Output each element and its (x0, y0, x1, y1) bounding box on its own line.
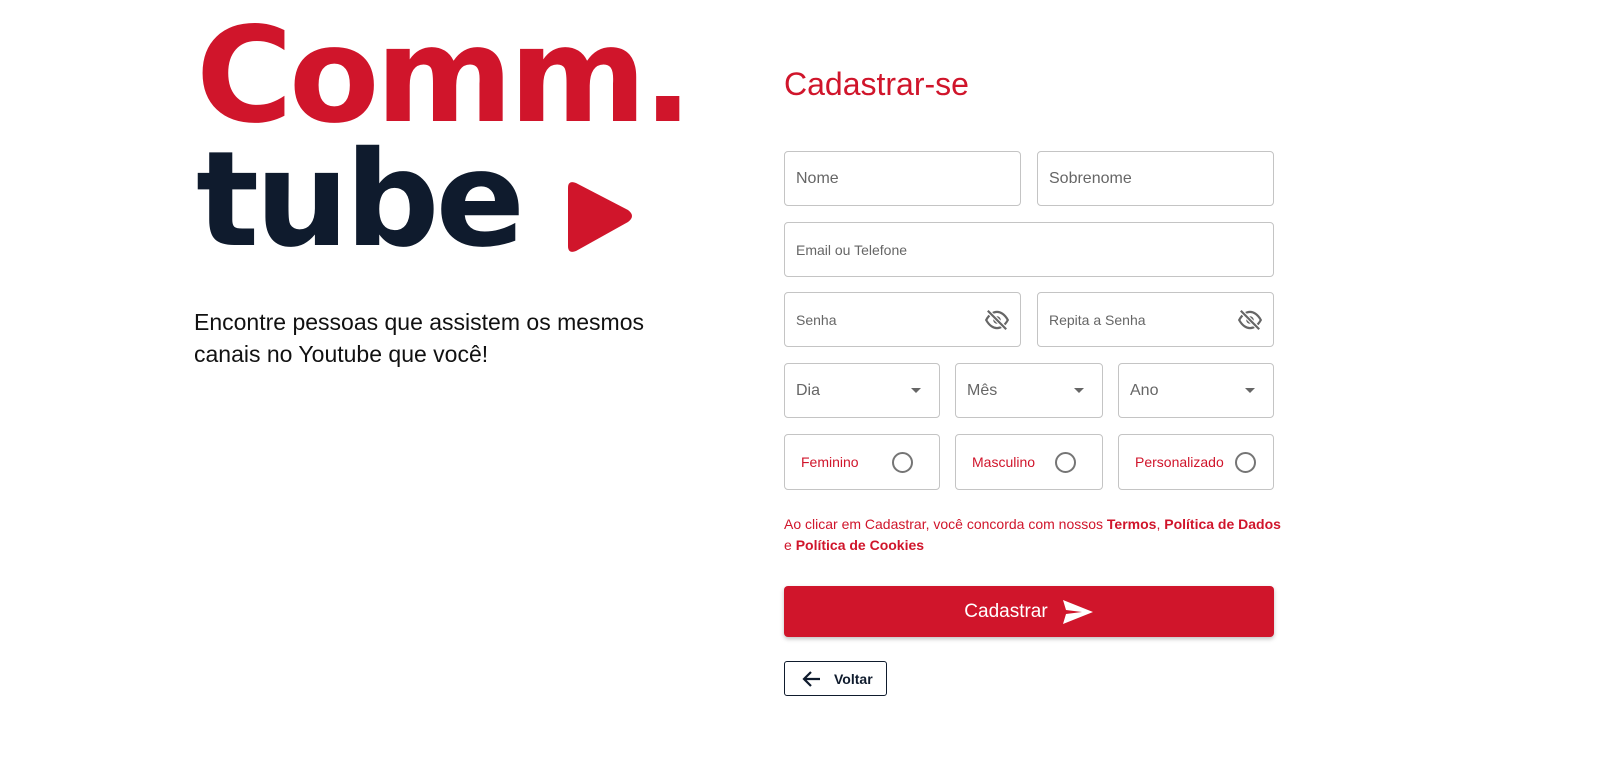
password-repeat-field (1037, 292, 1274, 347)
arrow-left-icon (802, 670, 820, 687)
terms-link[interactable]: Termos (1107, 516, 1157, 532)
logo-text-tube: tube (196, 123, 525, 277)
brand-logo: Comm. tube (196, 10, 716, 270)
birth-day-select[interactable]: Dia (784, 363, 940, 418)
terms-separator: e (784, 537, 796, 553)
data-policy-link[interactable]: Política de Dados (1164, 516, 1281, 532)
birth-day-label: Dia (796, 381, 821, 399)
gender-male-label: Masculino (972, 454, 1036, 470)
eye-off-icon[interactable] (984, 307, 1010, 333)
cookies-policy-link[interactable]: Política de Cookies (796, 537, 924, 553)
back-label: Voltar (834, 670, 873, 687)
eye-off-icon[interactable] (1237, 307, 1263, 333)
submit-label: Cadastrar (964, 600, 1048, 622)
password-field (784, 292, 1021, 347)
chevron-down-icon (1245, 388, 1255, 393)
gender-option-female[interactable]: Feminino (784, 434, 940, 490)
first-name-input[interactable] (785, 152, 1020, 205)
chevron-down-icon (1074, 388, 1084, 393)
password-repeat-input[interactable] (1038, 293, 1237, 346)
contact-input[interactable] (785, 223, 1273, 276)
last-name-input[interactable] (1038, 152, 1273, 205)
terms-notice: Ao clicar em Cadastrar, você concorda co… (784, 514, 1284, 556)
birth-month-select[interactable]: Mês (955, 363, 1103, 418)
password-input[interactable] (785, 293, 984, 346)
chevron-down-icon (911, 388, 921, 393)
birth-year-select[interactable]: Ano (1118, 363, 1274, 418)
first-name-field (784, 151, 1021, 206)
tagline: Encontre pessoas que assistem os mesmos … (194, 309, 644, 367)
send-icon (1062, 599, 1093, 624)
play-icon (568, 182, 632, 252)
gender-female-label: Feminino (801, 454, 859, 470)
gender-option-custom[interactable]: Personalizado (1118, 434, 1274, 490)
radio-custom[interactable] (1235, 451, 1256, 473)
gender-custom-label: Personalizado (1135, 454, 1224, 470)
last-name-field (1037, 151, 1274, 206)
radio-male[interactable] (1055, 451, 1076, 473)
contact-field (784, 222, 1274, 277)
birth-month-label: Mês (967, 381, 998, 399)
gender-option-male[interactable]: Masculino (955, 434, 1103, 490)
terms-prefix: Ao clicar em Cadastrar, você concorda co… (784, 516, 1107, 532)
radio-female[interactable] (892, 451, 913, 473)
form-title: Cadastrar-se (784, 66, 969, 102)
back-button[interactable]: Voltar (784, 661, 887, 696)
submit-button[interactable]: Cadastrar (784, 586, 1274, 637)
birth-year-label: Ano (1130, 381, 1159, 399)
